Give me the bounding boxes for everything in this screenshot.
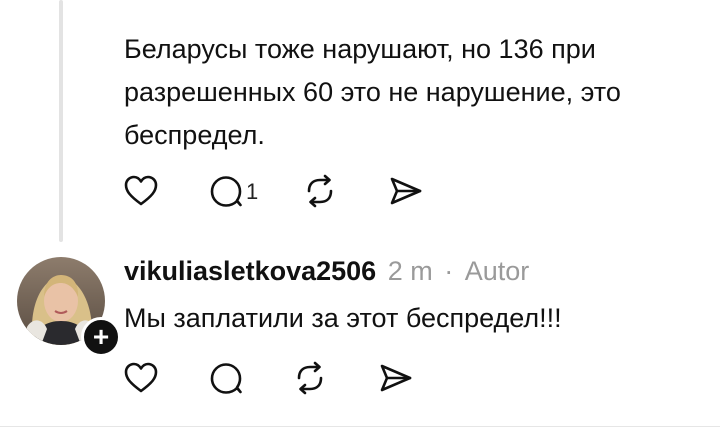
share-button[interactable] — [378, 361, 414, 395]
share-icon — [390, 177, 422, 205]
heart-icon — [124, 175, 158, 206]
thread-line — [59, 0, 63, 242]
reply-button[interactable] — [208, 361, 244, 395]
divider — [0, 426, 720, 427]
repost-icon — [307, 174, 333, 208]
like-button[interactable] — [124, 362, 158, 394]
heart-icon — [124, 362, 158, 393]
repost-button[interactable] — [302, 174, 338, 208]
plus-icon: + — [92, 321, 110, 352]
share-icon — [380, 364, 412, 392]
comment-icon — [210, 176, 242, 207]
parent-post-text: Беларусы тоже нарушают, но 136 при разре… — [124, 34, 621, 150]
share-button[interactable] — [388, 174, 424, 208]
author-badge: Autor — [464, 256, 530, 286]
username-link[interactable]: vikuliasletkova2506 — [124, 256, 376, 286]
reply-time: 2 m — [387, 256, 433, 286]
parent-post-actions: 1 — [124, 174, 474, 208]
repost-button[interactable] — [292, 361, 328, 395]
follow-button[interactable]: + — [81, 317, 121, 357]
comment-icon — [210, 363, 242, 394]
reply-count: 1 — [246, 179, 259, 204]
reply-actions — [124, 361, 464, 395]
reply-text: Мы заплатили за этот беспредел!!! — [124, 303, 562, 333]
like-button[interactable] — [124, 175, 158, 207]
reply-avatar-container[interactable]: + — [17, 257, 121, 357]
reply-header: vikuliasletkova2506 2 m · Autor — [124, 253, 529, 289]
reply-button[interactable]: 1 — [208, 174, 258, 208]
meta-separator: · — [444, 256, 454, 286]
repost-icon — [297, 361, 323, 395]
